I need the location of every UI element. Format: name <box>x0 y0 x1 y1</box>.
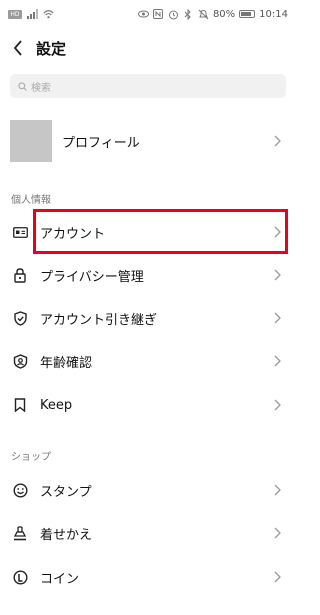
menu-item-label: スタンプ <box>40 484 92 500</box>
app-header: 設定 <box>0 28 296 68</box>
chevron-right-icon <box>274 571 281 583</box>
highlight-box <box>33 209 288 254</box>
menu-item-keep[interactable]: Keep <box>0 384 296 426</box>
shield-check-icon <box>12 310 28 326</box>
clock-time: 10:14 <box>259 8 288 20</box>
menu-item-stickers[interactable]: スタンプ <box>0 469 296 511</box>
section-label-personal: 個人情報 <box>11 195 51 206</box>
page-title: 設定 <box>36 39 67 58</box>
nfc-icon <box>153 9 164 20</box>
brush-icon <box>12 525 28 541</box>
mute-icon <box>198 9 209 20</box>
menu-item-account-transfer[interactable]: アカウント引き継ぎ <box>0 297 296 339</box>
chevron-right-icon <box>274 269 281 281</box>
menu-item-themes[interactable]: 着せかえ <box>0 512 296 554</box>
menu-item-label: アカウント引き継ぎ <box>40 312 158 328</box>
profile-row[interactable]: プロフィール <box>0 115 296 167</box>
smiley-icon <box>12 482 28 498</box>
search-placeholder: 検索 <box>31 82 51 94</box>
avatar <box>10 120 52 162</box>
chevron-right-icon <box>274 135 281 147</box>
alarm-icon <box>168 9 179 20</box>
profile-label: プロフィール <box>62 135 140 151</box>
menu-item-label: 年齢確認 <box>40 355 93 371</box>
menu-item-age-verification[interactable]: 年齢確認 <box>0 340 296 382</box>
battery-icon <box>239 10 256 18</box>
chevron-right-icon <box>274 312 281 324</box>
chevron-left-icon <box>13 40 22 56</box>
menu-item-privacy[interactable]: プライバシー管理 <box>0 254 296 296</box>
chevron-right-icon <box>274 399 281 411</box>
battery-percent: 80% <box>212 8 236 20</box>
sim-icon: HD <box>8 9 22 19</box>
id-card-icon <box>12 224 28 240</box>
menu-item-label: コイン <box>40 571 80 587</box>
back-button[interactable] <box>0 28 36 68</box>
bookmark-icon <box>12 397 28 413</box>
chevron-right-icon <box>274 527 281 539</box>
search-icon <box>18 81 27 91</box>
menu-item-label: 着せかえ <box>40 527 93 543</box>
eye-icon <box>137 9 149 20</box>
age-verification-icon <box>12 353 28 369</box>
status-bar: HD 80% 10:14 <box>0 0 296 28</box>
section-label-shop: ショップ <box>11 452 51 463</box>
wifi-icon <box>43 9 54 20</box>
menu-item-label: プライバシー管理 <box>40 269 144 285</box>
signal-icon <box>27 9 38 20</box>
chevron-right-icon <box>274 484 281 496</box>
chevron-right-icon <box>274 355 281 367</box>
menu-item-label: Keep <box>40 397 73 413</box>
menu-item-coins[interactable]: コイン <box>0 556 296 598</box>
lock-icon <box>12 267 28 283</box>
coin-icon <box>12 569 28 585</box>
bluetooth-icon <box>183 8 194 20</box>
search-input[interactable]: 検索 <box>10 74 286 98</box>
